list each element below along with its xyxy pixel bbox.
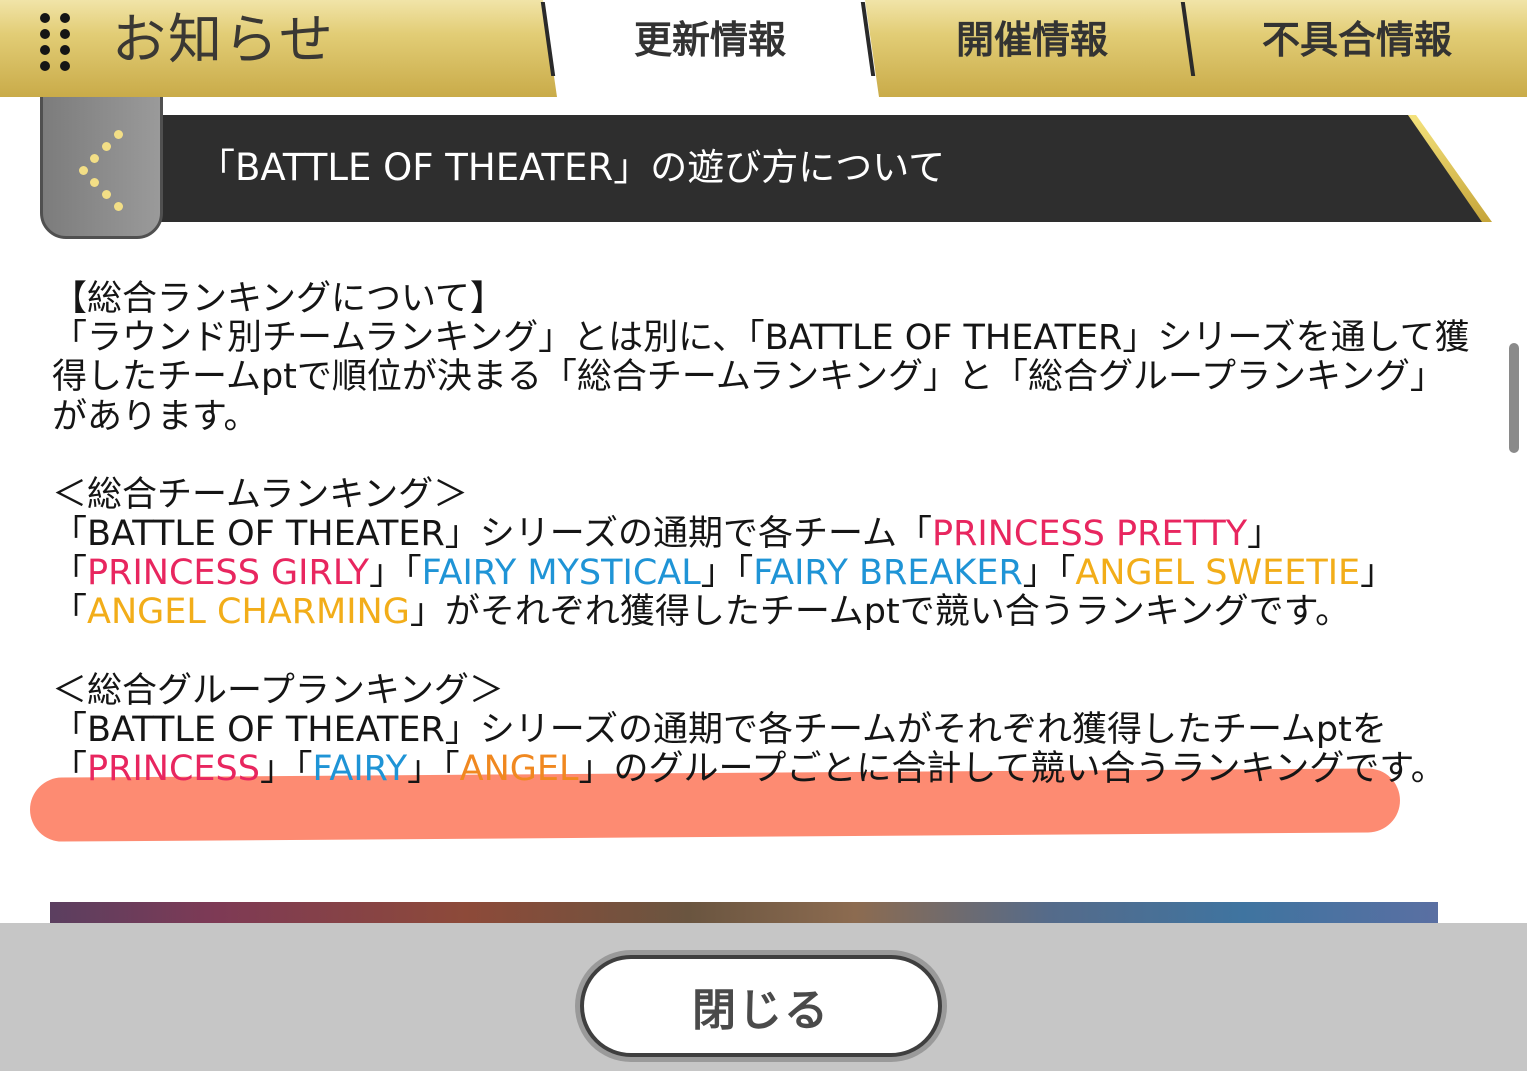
team-fairy-mystical: FAIRY MYSTICAL xyxy=(421,553,701,594)
header-title: お知らせ xyxy=(112,8,335,71)
group-ranking-description: 「BATTLE OF THEATER」シリーズの通期で各チームがそれぞれ獲得した… xyxy=(52,709,1446,790)
group-princess: PRINCESS xyxy=(87,749,260,790)
tab-bug-info[interactable]: 不具合情報 xyxy=(1222,14,1492,66)
close-button[interactable]: 閉じる xyxy=(580,955,942,1057)
article-banner-image xyxy=(50,902,1438,923)
menu-dots-icon[interactable] xyxy=(40,13,72,73)
article-title: 「BATTLE OF THEATER」の遊び方について xyxy=(198,146,946,189)
group-fairy: FAIRY xyxy=(312,749,408,790)
group-ranking-heading: ＜総合グループランキング＞ xyxy=(52,670,504,711)
team-princess-girly: PRINCESS GIRLY xyxy=(87,553,370,594)
back-button[interactable] xyxy=(40,97,163,239)
team-angel-sweetie: ANGEL SWEETIE xyxy=(1075,553,1361,594)
article-body: 【総合ランキングについて】 「ラウンド別チームランキング」とは別に、「BATTL… xyxy=(52,279,1472,790)
header-bar: お知らせ 更新情報 開催情報 不具合情報 xyxy=(0,0,1527,97)
tab-divider xyxy=(1180,2,1196,76)
tab-update-info[interactable]: 更新情報 xyxy=(590,14,830,66)
team-ranking-heading: ＜総合チームランキング＞ xyxy=(52,474,469,515)
group-angel: ANGEL xyxy=(459,749,579,790)
team-princess-pretty: PRINCESS PRETTY xyxy=(931,514,1248,555)
overall-ranking-description: 「ラウンド別チームランキング」とは別に、「BATTLE OF THEATER」シ… xyxy=(52,318,1470,437)
tab-event-info[interactable]: 開催情報 xyxy=(912,14,1152,66)
team-angel-charming: ANGEL CHARMING xyxy=(87,592,410,633)
footer-bar: 閉じる xyxy=(0,923,1527,1071)
news-window: お知らせ 更新情報 開催情報 不具合情報 「BATTLE OF THEATER」… xyxy=(0,0,1527,1071)
team-fairy-breaker: FAIRY BREAKER xyxy=(753,553,1023,594)
scrollbar-thumb[interactable] xyxy=(1509,343,1519,453)
overall-ranking-heading: 【総合ランキングについて】 xyxy=(52,279,505,319)
team-ranking-description: 「BATTLE OF THEATER」シリーズの通期で各チーム「PRINCESS… xyxy=(52,514,1396,633)
article-scroll-area[interactable]: 「BATTLE OF THEATER」の遊び方について 【総合ランキングについて… xyxy=(0,97,1527,923)
